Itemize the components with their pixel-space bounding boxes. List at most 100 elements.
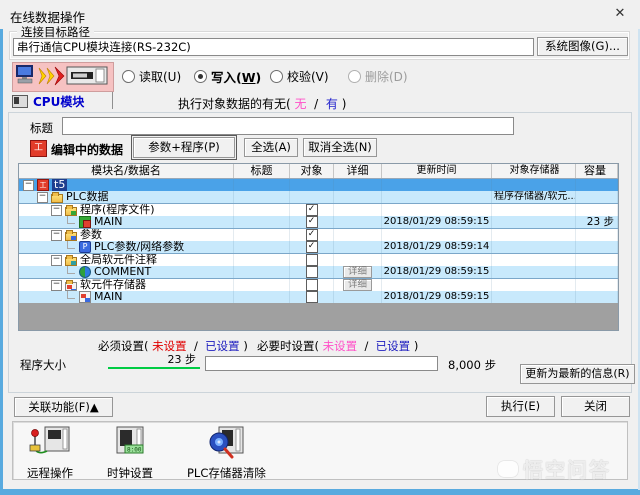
table-cell: [290, 179, 334, 191]
table-row[interactable]: COMMENT详细2018/01/29 08:59:15: [19, 266, 618, 278]
tree-connector: [67, 291, 75, 299]
close-button[interactable]: 关闭: [561, 396, 630, 417]
remote-operation-item[interactable]: 远程操作: [27, 425, 73, 481]
table-cell: ✓: [290, 204, 334, 216]
table-cell: [492, 204, 576, 216]
table-cell: − PLC数据: [19, 191, 234, 203]
row-label: MAIN: [94, 216, 123, 228]
editing-data-label: 编辑中的数据: [51, 141, 123, 158]
table-cell: 2018/01/29 08:59:15: [382, 266, 492, 278]
table-row[interactable]: −PLC数据程序存储器/软元...: [19, 191, 618, 203]
clock-setting-item[interactable]: 8:00 时钟设置: [107, 425, 153, 481]
param-program-button[interactable]: 参数+程序(P): [133, 137, 235, 158]
refresh-latest-info-button[interactable]: 更新为最新的信息(R): [520, 364, 635, 384]
tree-collapse-icon[interactable]: −: [51, 205, 62, 216]
table-cell: [234, 266, 290, 278]
select-all-button[interactable]: 全选(A): [244, 138, 298, 157]
connection-path-value: 串行通信CPU模块连接(RS-232C): [17, 40, 191, 54]
table-cell: −全局软元件注释: [19, 254, 234, 266]
detail-button[interactable]: 详细: [343, 279, 372, 291]
table-cell: MAIN: [19, 216, 234, 228]
radio-write[interactable]: 写入(W): [194, 69, 261, 83]
table-cell: [382, 229, 492, 241]
table-cell: [492, 291, 576, 303]
title-input[interactable]: [62, 117, 514, 135]
target-data-presence-label: 执行对象数据的有无( 无 / 有 ): [178, 95, 346, 112]
table-header-cell: 对象存储器: [492, 164, 576, 178]
row-label: 参数: [80, 229, 102, 241]
radio-read[interactable]: 读取(U): [122, 69, 181, 83]
target-checkbox[interactable]: [306, 279, 318, 291]
detail-button[interactable]: 详细: [343, 266, 372, 278]
table-cell: [576, 241, 618, 253]
table-row[interactable]: MAIN2018/01/29 08:59:15: [19, 291, 618, 303]
table-header-cell: 详细: [334, 164, 382, 178]
table-cell: ✓: [290, 216, 334, 228]
table-cell: [492, 254, 576, 266]
tree-collapse-icon[interactable]: −: [37, 192, 48, 203]
connection-path-field[interactable]: 串行通信CPU模块连接(RS-232C): [13, 38, 534, 56]
target-checkbox[interactable]: ✓: [306, 229, 318, 241]
table-cell: [492, 279, 576, 291]
table-cell: [382, 204, 492, 216]
row-label: 程序(程序文件): [80, 204, 155, 216]
project-icon: [37, 179, 49, 191]
target-checkbox[interactable]: ✓: [306, 241, 318, 253]
table-row[interactable]: −软元件存储器详细: [19, 278, 618, 291]
target-checkbox[interactable]: [306, 266, 318, 278]
remote-operation-label: 远程操作: [27, 465, 73, 481]
system-image-button[interactable]: 系统图像(G)...: [537, 37, 628, 56]
table-cell: 2018/01/29 08:59:15: [382, 216, 492, 228]
table-cell: [492, 241, 576, 253]
table-row[interactable]: − 程序(程序文件) ✓: [19, 203, 618, 216]
table-cell: [492, 229, 576, 241]
table-row[interactable]: − 参数 ✓: [19, 228, 618, 241]
program-folder-icon: [65, 207, 77, 216]
table-cell: PLC参数/网络参数: [19, 241, 234, 253]
svg-text:8:00: 8:00: [127, 447, 142, 454]
related-functions-button[interactable]: 关联功能(F)▲: [14, 397, 113, 417]
target-checkbox[interactable]: [306, 291, 318, 303]
table-cell: [382, 254, 492, 266]
deselect-all-button[interactable]: 取消全选(N): [303, 138, 377, 157]
tree-collapse-icon[interactable]: −: [51, 230, 62, 241]
radio-read-label: 读取(U): [139, 68, 181, 85]
table-cell: [234, 291, 290, 303]
optional-unset-label: 未设置: [323, 339, 358, 353]
table-cell: [290, 191, 334, 203]
table-row[interactable]: −t5: [19, 179, 618, 191]
radio-verify[interactable]: 校验(V): [270, 69, 329, 83]
row-label: PLC数据: [66, 191, 108, 203]
tree-connector: [67, 266, 75, 274]
table-cell: 详细: [334, 266, 382, 278]
remote-operation-icon: [27, 425, 73, 464]
target-checkbox[interactable]: [306, 254, 318, 266]
plc-memory-clear-item[interactable]: PLC存储器清除: [187, 425, 266, 481]
table-cell: [334, 229, 382, 241]
close-icon[interactable]: ✕: [609, 4, 631, 24]
tab-cpu-module[interactable]: CPU模块: [12, 92, 84, 111]
tree-collapse-icon[interactable]: −: [23, 180, 34, 191]
target-checkbox[interactable]: ✓: [306, 216, 318, 228]
plc-memory-clear-icon: [203, 425, 249, 464]
radio-delete-label: 删除(D): [365, 68, 408, 85]
table-cell: [334, 241, 382, 253]
tree-collapse-icon[interactable]: −: [51, 280, 62, 291]
table-header-cell: 容量: [576, 164, 618, 178]
optional-settings-legend: 必要时设置( 未设置 / 已设置 ): [257, 338, 418, 354]
target-checkbox[interactable]: ✓: [306, 204, 318, 216]
window-frame-bottom: [0, 489, 640, 495]
tree-collapse-icon[interactable]: −: [51, 255, 62, 266]
execute-button[interactable]: 执行(E): [486, 396, 555, 417]
table-cell: [492, 216, 576, 228]
table-cell: 2018/01/29 08:59:14: [382, 241, 492, 253]
table-cell: [234, 229, 290, 241]
table-body: −t5−PLC数据程序存储器/软元...−程序(程序文件)✓MAIN✓2018/…: [19, 179, 618, 303]
table-cell: [382, 279, 492, 291]
program-size-total: 8,000 步: [448, 357, 496, 373]
table-row[interactable]: −全局软元件注释: [19, 253, 618, 266]
table-row[interactable]: PLC参数/网络参数 ✓ 2018/01/29 08:59:14: [19, 241, 618, 253]
program-size-progressbar: [205, 356, 438, 371]
tree-connector: [67, 216, 75, 224]
table-row[interactable]: MAIN✓2018/01/29 08:59:1523 步: [19, 216, 618, 228]
